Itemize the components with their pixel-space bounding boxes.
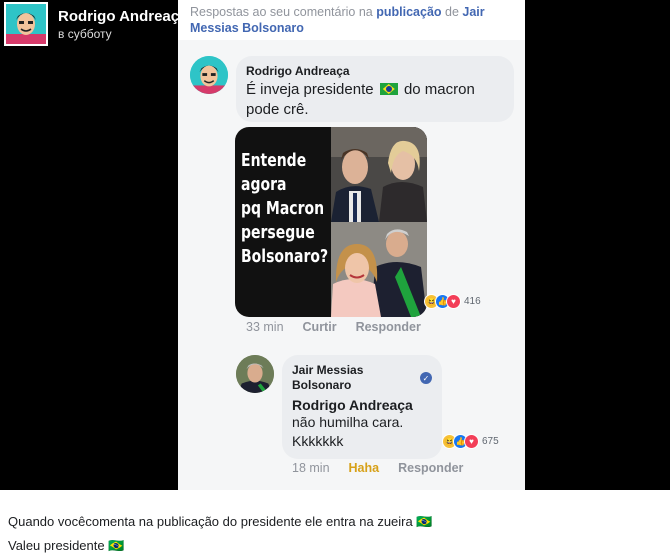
person-icon: [190, 56, 228, 94]
comment2-bubble: Jair Messias Bolsonaro ✓ Rodrigo Andreaç…: [282, 355, 442, 459]
post-header: Rodrigo Andreaça в субботу: [4, 2, 187, 46]
comment1-text: É inveja presidente do macron pode crê.: [246, 80, 504, 120]
header-text-mid: de: [445, 5, 459, 19]
comment1-text-part1: É inveja presidente: [246, 81, 374, 98]
avatar[interactable]: [4, 2, 48, 46]
notification-header: Respostas ao seu comentário na publicaçã…: [178, 0, 525, 40]
brazil-flag-icon: [379, 83, 398, 95]
comment1-avatar[interactable]: [190, 56, 228, 94]
caption-line: Quando vocêcomenta na publicação do pres…: [8, 514, 433, 529]
meme-text: Entende agora pq Macron persegue Bolsona…: [241, 149, 329, 269]
meme-line: Bolsonaro?: [241, 247, 329, 267]
reaction-count: 675: [482, 435, 499, 447]
couple-photo-icon: [331, 127, 427, 222]
mention-link[interactable]: Rodrigo Andreaça: [292, 397, 432, 413]
caption-line: Valeu presidente 🇧🇷: [8, 538, 125, 553]
meme-line: agora: [241, 175, 287, 195]
comment-time: 33 min: [246, 320, 284, 334]
comment2-author[interactable]: Jair Messias Bolsonaro: [292, 363, 432, 393]
haha-button[interactable]: Haha: [349, 461, 380, 475]
reaction-count: 416: [464, 295, 481, 307]
comment2-text-line2: Kkkkkkk: [292, 433, 344, 449]
comment1-bubble: Rodrigo Andreaça É inveja presidente do …: [236, 56, 514, 122]
post-author[interactable]: Rodrigo Andreaça: [58, 8, 187, 25]
like-button[interactable]: Curtir: [303, 320, 337, 334]
comment1-actions: 33 min Curtir Responder: [246, 320, 440, 334]
love-reaction-icon: ♥: [464, 433, 479, 449]
comment2-text-line1: não humilha cara.: [292, 414, 404, 430]
meme-photo-bottom: [331, 222, 427, 317]
meme-line: pq Macron: [241, 199, 325, 219]
couple-photo-icon: [331, 222, 427, 317]
meme-image[interactable]: Entende agora pq Macron persegue Bolsona…: [235, 127, 427, 317]
post-timestamp[interactable]: в субботу: [58, 27, 187, 41]
meme-photo-top: [331, 127, 427, 222]
love-reaction-icon: ♥: [446, 293, 461, 309]
header-link-publicacao[interactable]: publicação: [376, 5, 441, 19]
reply-button[interactable]: Responder: [398, 461, 463, 475]
comment2-reactions[interactable]: 😆 👍 ♥ 675: [442, 432, 499, 450]
reply-button[interactable]: Responder: [356, 320, 421, 334]
person-icon: [236, 355, 274, 393]
comment-time: 18 min: [292, 461, 330, 475]
header-text: Respostas ao seu comentário na: [190, 5, 373, 19]
comment1-author[interactable]: Rodrigo Andreaça: [246, 64, 504, 78]
comment2-actions: 18 min Haha Responder: [292, 461, 482, 475]
post-caption: Quando vocêcomenta na publicação do pres…: [8, 510, 433, 558]
comment2-avatar[interactable]: [236, 355, 274, 393]
comment2-author-line: Bolsonaro: [292, 378, 352, 392]
verified-badge-icon: ✓: [420, 372, 432, 384]
screenshot-panel: Respostas ao seu comentário na publicaçã…: [178, 0, 525, 490]
comment1-reactions[interactable]: 😆 👍 ♥ 416: [424, 292, 481, 310]
comment2-author-line: Jair Messias: [292, 363, 364, 377]
person-icon: [6, 4, 46, 44]
meme-line: persegue: [241, 223, 315, 243]
meme-line: Entende: [241, 151, 307, 171]
